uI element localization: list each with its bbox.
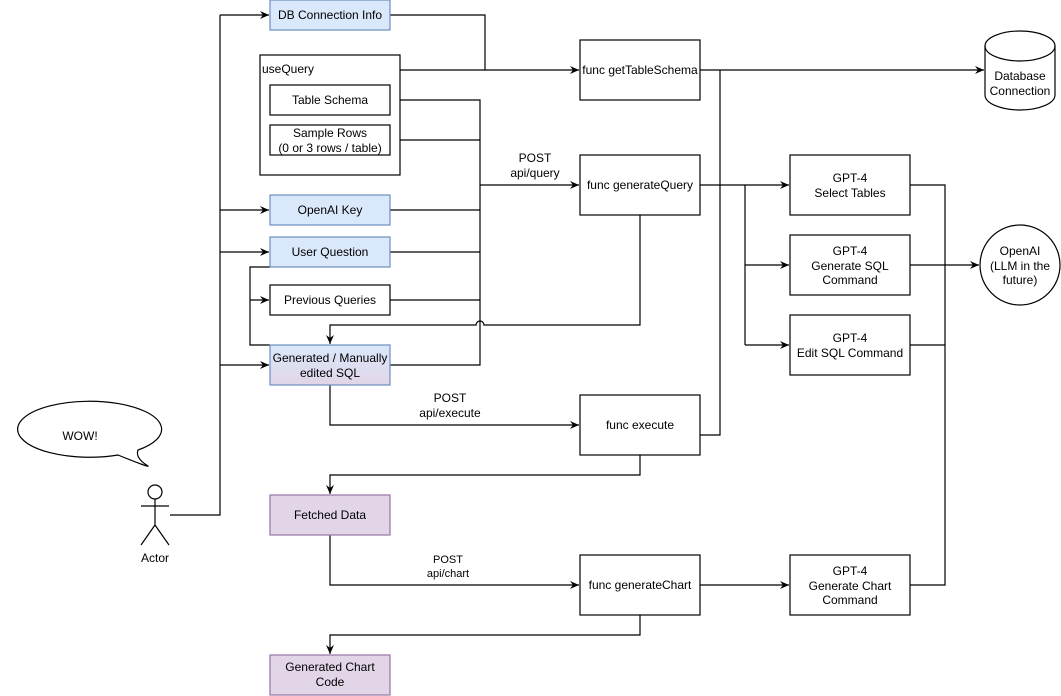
- sample-rows-sublabel: (0 or 3 rows / table): [278, 141, 381, 155]
- openai-label-3: future): [1003, 273, 1038, 287]
- openai-label: OpenAI: [1000, 244, 1041, 258]
- func-get-table-schema-label: func getTableSchema: [582, 63, 698, 77]
- actor-label: Actor: [141, 551, 169, 565]
- gpt-generate-sql-label-3: Command: [822, 273, 877, 287]
- func-generate-query-label: func generateQuery: [587, 178, 693, 192]
- gpt-edit-sql-node[interactable]: [789, 314, 911, 376]
- gpt-select-tables-node[interactable]: [789, 154, 911, 216]
- label-post-execute-2: api/execute: [419, 406, 481, 420]
- generated-chart-code-label: Generated Chart: [285, 660, 375, 674]
- table-schema-label: Table Schema: [292, 93, 368, 107]
- gpt-select-tables-label: GPT-4: [833, 171, 868, 185]
- gpt-edit-sql-label: GPT-4: [833, 331, 868, 345]
- use-query-label: useQuery: [262, 62, 314, 76]
- func-generate-chart-label: func generateChart: [589, 578, 692, 592]
- speech-bubble-text: WOW!: [62, 429, 97, 443]
- edge-dbconn-schema: [390, 14, 486, 70]
- actor-icon[interactable]: [140, 484, 170, 546]
- gpt-generate-chart-label: GPT-4: [833, 564, 868, 578]
- edge-actor-trunk: [170, 15, 221, 516]
- gpt-generate-sql-label-2: Generate SQL: [811, 259, 889, 273]
- edge-gpt-right-bus: [910, 184, 946, 586]
- generated-sql-label-2: edited SQL: [300, 366, 360, 380]
- user-question-label: User Question: [292, 245, 369, 259]
- func-execute-label: func execute: [606, 418, 674, 432]
- database-label-2: Connection: [990, 84, 1051, 98]
- generated-sql-label: Generated / Manually: [273, 351, 388, 365]
- database-label: Database: [994, 69, 1046, 83]
- edge-question-loop: [249, 266, 270, 346]
- label-post-query-1: POST: [519, 151, 552, 165]
- label-post-chart-2: api/chart: [427, 568, 469, 580]
- gpt-select-tables-label-2: Select Tables: [814, 186, 885, 200]
- edge-query-to-sql: [326, 215, 641, 344]
- edge-execute-to-data: [326, 455, 641, 494]
- sample-rows-label: Sample Rows: [293, 126, 367, 140]
- gpt-generate-sql-label: GPT-4: [833, 244, 868, 258]
- openai-label-2: (LLM in the: [990, 259, 1050, 273]
- label-post-query-2: api/query: [510, 166, 559, 180]
- gpt-edit-sql-label-2: Edit SQL Command: [797, 346, 903, 360]
- gpt-generate-chart-label-3: Command: [822, 593, 877, 607]
- openai-key-label: OpenAI Key: [298, 203, 363, 217]
- gpt-generate-chart-label-2: Generate Chart: [809, 579, 892, 593]
- generated-chart-code-label-2: Code: [316, 675, 345, 689]
- label-post-execute-1: POST: [434, 391, 467, 405]
- edge-execute-db: [700, 70, 721, 436]
- architecture-diagram: POST api/query POST api/execute POST api…: [17, 0, 1061, 696]
- label-post-chart-1: POST: [433, 554, 463, 566]
- fetched-data-label: Fetched Data: [294, 508, 366, 522]
- edge-chart-to-code: [326, 615, 641, 654]
- previous-queries-label: Previous Queries: [284, 293, 376, 307]
- db-connection-info-label: DB Connection Info: [278, 8, 382, 22]
